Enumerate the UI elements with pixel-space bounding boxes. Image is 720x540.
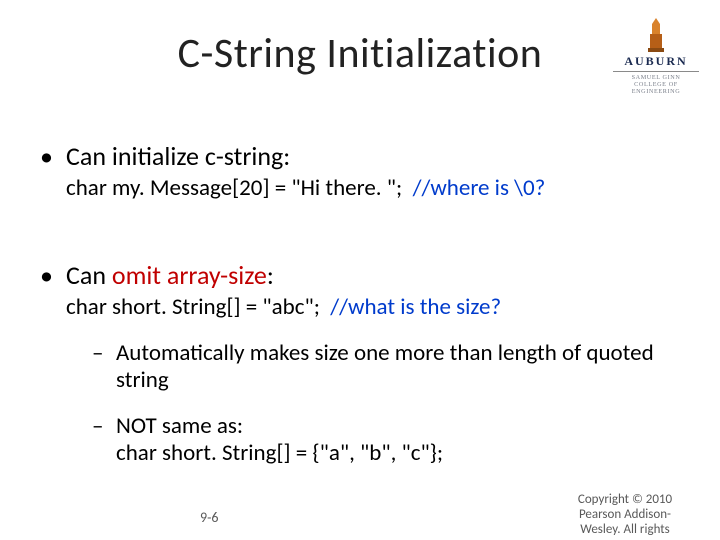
code-1-comment: //where is \0? [413,174,546,202]
subbullet-not-same-a: NOT same as: [116,412,243,440]
code-line-2: char short. String[] = "abc"; //what is … [66,293,680,322]
bullet-initialize: Can initialize c-string: char my. Messag… [40,140,680,203]
slide-body: Can initialize c-string: char my. Messag… [40,140,680,524]
logo-divider [613,71,699,72]
code-2-comment: //what is the size? [330,293,501,321]
logo-subtext-2: COLLEGE OF ENGINEERING [610,81,702,95]
code-line-1: char my. Message[20] = "Hi there. "; //w… [66,174,680,203]
subbullet-not-same: NOT same as: char short. String[] = {"a"… [92,413,680,468]
page-number: 9-6 [200,509,218,526]
code-1-text: char my. Message[20] = "Hi there. "; [66,174,402,202]
subbullet-not-same-b: char short. String[] = {"a", "b", "c"}; [116,439,443,467]
logo-text: AUBURN [610,54,702,69]
tower-icon [648,18,664,52]
copyright: Copyright © 2010 Pearson Addison-Wesley.… [560,493,690,538]
subbullet-auto: Automatically makes size one more than l… [92,340,680,395]
bullet-1-head: Can initialize c-string: [66,140,290,172]
slide: C-String Initialization AUBURN SAMUEL GI… [0,0,720,540]
bullet-omit: Can omit array-size: char short. String[… [40,259,680,468]
bullet-2-red: omit array-size [112,259,267,291]
code-2-text: char short. String[] = "abc"; [66,293,320,321]
logo-subtext-1: SAMUEL GINN [610,74,702,81]
bullet-2-post: : [267,259,274,291]
auburn-logo: AUBURN SAMUEL GINN COLLEGE OF ENGINEERIN… [610,18,702,95]
bullet-2-pre: Can [66,259,112,291]
